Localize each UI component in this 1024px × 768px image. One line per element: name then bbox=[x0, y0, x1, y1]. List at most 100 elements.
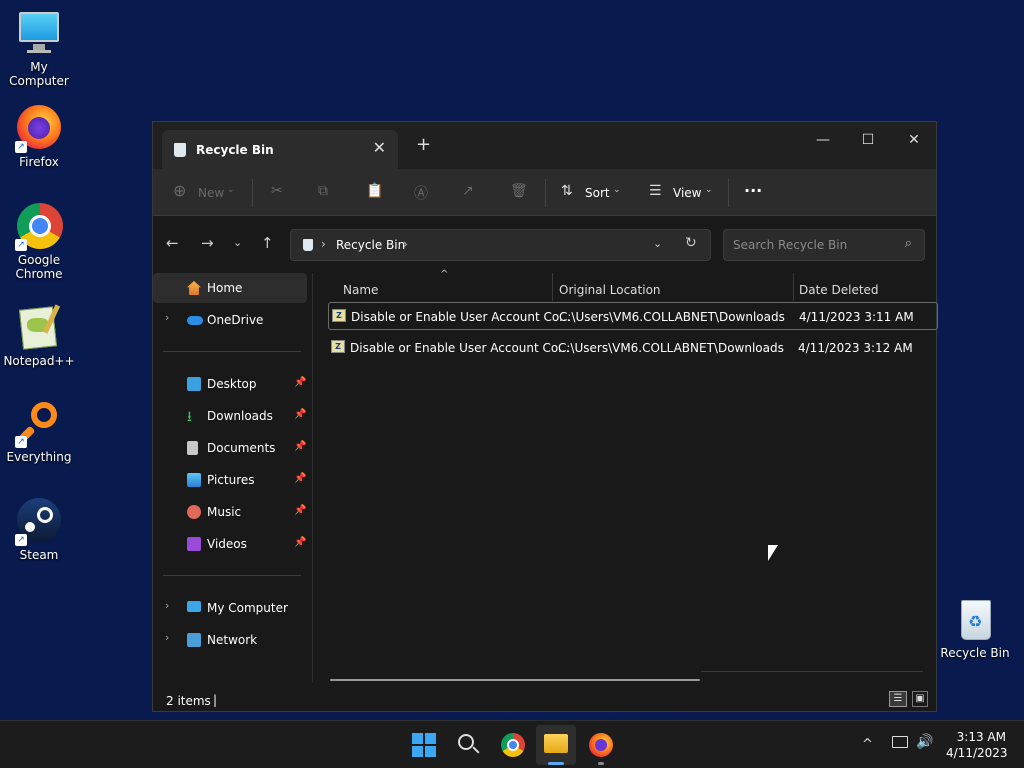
forward-button[interactable]: → bbox=[201, 234, 214, 252]
more-options-button[interactable]: ··· bbox=[744, 181, 762, 200]
clock-date[interactable]: 4/11/2023 bbox=[946, 746, 1008, 760]
start-button[interactable] bbox=[412, 733, 436, 757]
share-icon[interactable]: ↗ bbox=[462, 183, 474, 199]
table-row[interactable]: Z Disable or Enable User Account Co... C… bbox=[328, 334, 938, 362]
registry-file-icon: Z bbox=[332, 309, 346, 322]
search-box[interactable]: Search Recycle Bin ⌕ bbox=[723, 229, 925, 261]
sidebar-item-label: My Computer bbox=[207, 601, 288, 615]
sidebar-item-network[interactable]: › Network bbox=[153, 625, 307, 655]
sort-icon: ⇅ bbox=[561, 183, 573, 199]
volume-icon[interactable]: 🔊 bbox=[916, 734, 933, 750]
table-row[interactable]: Z Disable or Enable User Account Co... C… bbox=[328, 302, 938, 330]
back-button[interactable]: ← bbox=[166, 234, 179, 252]
network-status-icon[interactable] bbox=[892, 736, 908, 748]
date-deleted: 4/11/2023 3:12 AM bbox=[798, 341, 913, 355]
desktop-icon-chrome[interactable]: ↗ Google Chrome bbox=[0, 203, 78, 281]
new-button[interactable]: New bbox=[198, 186, 224, 200]
sidebar-item-onedrive[interactable]: › OneDrive bbox=[153, 305, 307, 335]
file-explorer-window: Recycle Bin ✕ + — ☐ ✕ ⊕ New ⌄ ✂ ⧉ 📋 Ⓐ ↗ … bbox=[152, 121, 938, 712]
close-tab-icon[interactable]: ✕ bbox=[373, 138, 386, 157]
desktop-icon-notepadpp[interactable]: Notepad++ bbox=[0, 304, 78, 368]
sidebar-item-my-computer[interactable]: › My Computer bbox=[153, 593, 307, 623]
everything-icon: ↗ bbox=[15, 400, 63, 448]
tab-recycle-bin[interactable]: Recycle Bin ✕ bbox=[162, 130, 398, 169]
expand-chevron-icon[interactable]: › bbox=[165, 599, 169, 612]
tiles-view-icon[interactable]: ▣ bbox=[912, 691, 928, 707]
date-deleted: 4/11/2023 3:11 AM bbox=[799, 310, 914, 324]
address-bar[interactable]: › Recycle Bin › ⌄ ↻ bbox=[290, 229, 711, 261]
paste-icon[interactable]: 📋 bbox=[366, 183, 383, 199]
recent-locations-chevron-icon[interactable]: ⌄ bbox=[233, 236, 242, 249]
horizontal-scrollbar[interactable] bbox=[330, 679, 700, 681]
chrome-icon[interactable] bbox=[501, 733, 525, 757]
shortcut-arrow-icon: ↗ bbox=[15, 436, 27, 448]
pin-icon[interactable]: 📌 bbox=[294, 505, 306, 516]
refresh-icon[interactable]: ↻ bbox=[685, 235, 697, 251]
desktop-icon-recycle-bin[interactable]: ♻ Recycle Bin bbox=[936, 596, 1014, 660]
column-header-name[interactable]: Name bbox=[343, 283, 378, 297]
taskbar: ^ 🔊 3:13 AM 4/11/2023 bbox=[0, 720, 1024, 768]
sidebar-item-label: Home bbox=[207, 281, 243, 295]
search-input[interactable]: Search Recycle Bin bbox=[733, 238, 847, 252]
shortcut-arrow-icon: ↗ bbox=[15, 141, 27, 153]
up-button[interactable]: ↑ bbox=[261, 234, 274, 252]
search-icon[interactable] bbox=[457, 733, 481, 757]
breadcrumb-separator-icon: › bbox=[403, 237, 408, 251]
command-bar: ⊕ New ⌄ ✂ ⧉ 📋 Ⓐ ↗ 🗑 ⇅ Sort ⌄ ☰ View ⌄ ··… bbox=[153, 169, 936, 216]
desktop-folder-icon bbox=[187, 377, 201, 391]
column-divider[interactable] bbox=[793, 273, 794, 301]
desktop-icon-steam[interactable]: ↗ Steam bbox=[0, 498, 78, 562]
delete-icon[interactable]: 🗑 bbox=[510, 183, 528, 199]
expand-chevron-icon[interactable]: › bbox=[165, 311, 169, 324]
active-indicator bbox=[548, 762, 564, 765]
pin-icon[interactable]: 📌 bbox=[294, 473, 306, 484]
status-separator: | bbox=[213, 693, 218, 707]
desktop-icon-firefox[interactable]: ↗ Firefox bbox=[0, 105, 78, 169]
status-bar: 2 items | ☰ ▣ bbox=[153, 687, 936, 711]
toolbar-divider bbox=[545, 179, 546, 207]
music-icon bbox=[187, 505, 201, 519]
address-history-chevron-icon[interactable]: ⌄ bbox=[653, 237, 662, 250]
download-icon: ⭳ bbox=[187, 409, 192, 425]
new-tab-button[interactable]: + bbox=[416, 134, 431, 155]
sidebar-item-downloads[interactable]: ⭳ Downloads 📌 bbox=[153, 401, 307, 431]
sidebar-item-videos[interactable]: Videos 📌 bbox=[153, 529, 307, 559]
copy-icon[interactable]: ⧉ bbox=[318, 183, 328, 199]
column-divider[interactable] bbox=[552, 273, 553, 301]
shortcut-arrow-icon: ↗ bbox=[15, 534, 27, 546]
sidebar-item-documents[interactable]: Documents 📌 bbox=[153, 433, 307, 463]
file-name: Disable or Enable User Account Co... bbox=[351, 310, 571, 324]
view-button[interactable]: View bbox=[673, 186, 701, 200]
sidebar-item-label: Network bbox=[207, 633, 258, 647]
sort-button[interactable]: Sort bbox=[585, 186, 610, 200]
toolbar-divider bbox=[252, 179, 253, 207]
close-window-button[interactable]: ✕ bbox=[891, 126, 937, 154]
column-header-original-location[interactable]: Original Location bbox=[559, 283, 661, 297]
sidebar-item-label: Pictures bbox=[207, 473, 255, 487]
sidebar-divider bbox=[163, 575, 301, 576]
rename-icon[interactable]: Ⓐ bbox=[414, 183, 428, 203]
file-explorer-taskbar-button[interactable] bbox=[536, 725, 576, 765]
sidebar-item-pictures[interactable]: Pictures 📌 bbox=[153, 465, 307, 495]
expand-chevron-icon[interactable]: › bbox=[165, 631, 169, 644]
desktop-icon-everything[interactable]: ↗ Everything bbox=[0, 400, 78, 464]
details-view-icon[interactable]: ☰ bbox=[889, 691, 907, 707]
sidebar-item-home[interactable]: Home bbox=[153, 273, 307, 303]
desktop-icon-my-computer[interactable]: My Computer bbox=[0, 10, 78, 88]
pin-icon[interactable]: 📌 bbox=[294, 441, 306, 452]
maximize-button[interactable]: ☐ bbox=[845, 126, 891, 154]
show-hidden-icons-button[interactable]: ^ bbox=[862, 737, 873, 752]
sort-indicator-icon: ^ bbox=[440, 269, 449, 280]
pin-icon[interactable]: 📌 bbox=[294, 377, 306, 388]
minimize-button[interactable]: — bbox=[800, 126, 846, 154]
shortcut-arrow-icon: ↗ bbox=[15, 239, 27, 251]
breadcrumb[interactable]: Recycle Bin bbox=[336, 238, 405, 252]
pin-icon[interactable]: 📌 bbox=[294, 537, 306, 548]
sidebar-item-desktop[interactable]: Desktop 📌 bbox=[153, 369, 307, 399]
firefox-icon[interactable] bbox=[589, 733, 613, 757]
clock-time[interactable]: 3:13 AM bbox=[946, 730, 1006, 744]
cut-icon[interactable]: ✂ bbox=[271, 183, 283, 199]
column-header-date-deleted[interactable]: Date Deleted bbox=[799, 283, 879, 297]
pin-icon[interactable]: 📌 bbox=[294, 409, 306, 420]
sidebar-item-music[interactable]: Music 📌 bbox=[153, 497, 307, 527]
